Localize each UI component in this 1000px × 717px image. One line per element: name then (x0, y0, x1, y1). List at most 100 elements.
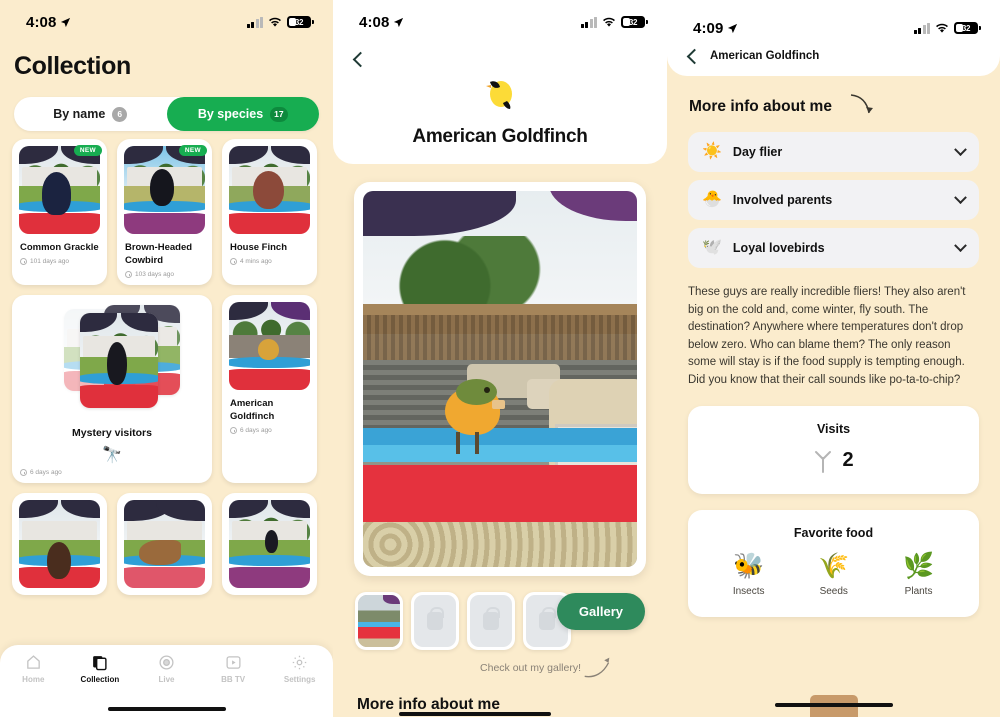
home-indicator (774, 703, 893, 707)
info-back-title: American Goldfinch (710, 50, 820, 62)
status-bar-right: 4:09 32 (667, 6, 1000, 50)
accordion-label: Day flier (732, 145, 783, 159)
battery-icon: 32 (621, 16, 648, 28)
locked-photo-icon (483, 607, 500, 630)
tab-live[interactable]: Live (133, 654, 200, 684)
detail-header: 4:08 32 American Goldfinch (333, 0, 667, 164)
collection-card-mystery-visitors[interactable]: Mystery visitors 🔭 6 days ago (12, 295, 212, 483)
battery-level: 32 (294, 17, 304, 27)
accordion-involved-parents[interactable]: 🐣 Involved parents (688, 180, 979, 220)
gallery-thumb-3[interactable] (467, 592, 515, 650)
gallery-thumb-1[interactable] (355, 592, 403, 650)
accordion-loyal-lovebirds[interactable]: 🕊️ Loyal lovebirds (688, 228, 979, 268)
card-timestamp: 103 days ago (117, 267, 212, 285)
binoculars-icon: 🔭 (102, 447, 122, 464)
card-thumbnail (229, 302, 310, 390)
gallery-thumb-2[interactable] (411, 592, 459, 650)
status-indicators: 32 (913, 22, 981, 34)
gallery-hint: Check out my gallery! (333, 650, 667, 678)
accordion-label: Involved parents (732, 193, 833, 207)
filter-by-species[interactable]: By species 17 (166, 97, 319, 131)
card-thumbnail-stack (12, 303, 212, 421)
gallery-hint-text: Check out my gallery! (480, 662, 581, 674)
collection-card-common-grackle[interactable]: NEW Common Grackle 101 days ago (12, 139, 107, 285)
home-indicator (107, 707, 226, 711)
status-time-text: 4:08 (26, 13, 57, 31)
info-heading: More info about me (667, 76, 1000, 116)
tab-bb-tv-label: BB TV (221, 675, 246, 684)
chevron-left-icon (352, 51, 369, 68)
locked-photo-icon (427, 607, 444, 630)
tab-settings[interactable]: Settings (266, 654, 333, 684)
new-badge: NEW (178, 145, 207, 156)
visits-row: 2 (688, 448, 979, 474)
card-thumbnail (229, 146, 310, 234)
card-time-text: 4 mins ago (240, 258, 272, 265)
status-time: 4:08 (26, 14, 71, 31)
info-header: 4:09 32 American Goldfinch (667, 0, 1000, 76)
tab-bb-tv[interactable]: BB TV (200, 654, 267, 684)
favorite-food-title: Favorite food (793, 525, 874, 540)
clock-icon (230, 427, 237, 434)
collection-filter-toggle: By name 6 By species 17 (14, 97, 319, 131)
gear-icon (292, 655, 307, 670)
visits-count: 2 (842, 449, 854, 472)
heading-underline (399, 712, 551, 716)
location-arrow-icon (728, 23, 738, 33)
clock-icon (125, 271, 132, 278)
detail-back-button[interactable] (333, 44, 667, 70)
battery-level: 32 (628, 17, 638, 27)
collection-grid: NEW Common Grackle 101 days ago NEW Brow… (0, 131, 333, 595)
gallery-button[interactable]: Gallery (556, 593, 645, 630)
card-title: Mystery visitors (72, 427, 152, 439)
tab-home[interactable]: Home (0, 654, 67, 684)
collection-card-partial-3[interactable] (222, 493, 317, 595)
collection-card-american-goldfinch[interactable]: American Goldfinch 6 days ago (222, 295, 317, 483)
info-heading-text: More info about me (689, 98, 832, 115)
collection-card-brown-headed-cowbird[interactable]: NEW Brown-Headed Cowbird 103 days ago (117, 139, 212, 285)
wifi-icon (269, 17, 281, 27)
collection-screen: 4:08 32 Collection By name 6 By species … (0, 0, 333, 717)
bird-avatar-icon (333, 72, 667, 122)
filter-by-name[interactable]: By name 6 (14, 97, 167, 131)
collection-card-house-finch[interactable]: House Finch 4 mins ago (222, 139, 317, 285)
gallery-thumbnail-strip: Gallery (333, 576, 667, 650)
tab-collection[interactable]: Collection (67, 654, 134, 684)
chevron-down-icon[interactable] (954, 142, 967, 156)
play-box-icon (226, 656, 241, 669)
locked-photo-icon (539, 607, 556, 630)
cellular-bars-icon (913, 22, 930, 34)
cards-icon (93, 656, 107, 671)
visits-title: Visits (816, 421, 851, 436)
collection-card-partial-2[interactable] (117, 493, 212, 595)
status-bar-left: 4:08 32 (0, 0, 333, 44)
food-item-seeds: 🌾 Seeds (818, 553, 849, 597)
card-timestamp: 6 days ago (222, 423, 317, 441)
hatching-chick-icon: 🐣 (702, 191, 722, 208)
collection-card-partial-1[interactable] (12, 493, 107, 595)
battery-level: 32 (961, 23, 971, 33)
food-item-insects: 🐝 Insects (733, 553, 765, 597)
accordion-day-flier[interactable]: ☀️ Day flier (688, 132, 979, 172)
bird-foot-icon (815, 450, 832, 473)
new-badge: NEW (73, 145, 102, 156)
card-timestamp: 4 mins ago (222, 254, 317, 272)
card-time-text: 6 days ago (240, 427, 272, 434)
live-camera-icon (159, 655, 174, 670)
filter-by-name-label: By name (53, 107, 106, 121)
card-title: American Goldfinch (230, 398, 275, 422)
favorite-food-list: 🐝 Insects 🌾 Seeds 🌿 Plants (688, 553, 979, 597)
sun-icon: ☀️ (702, 143, 722, 160)
card-thumbnail (124, 500, 205, 588)
chevron-down-icon[interactable] (954, 190, 967, 204)
chevron-down-icon[interactable] (954, 238, 967, 252)
card-thumbnail (229, 500, 310, 588)
collection-row: NEW Common Grackle 101 days ago NEW Brow… (12, 139, 321, 285)
bird-detail-screen: 4:08 32 American Goldfinch Gallery Check… (333, 0, 667, 717)
status-time: 4:09 (693, 20, 738, 37)
card-title: Brown-Headed Cowbird (125, 242, 193, 266)
bird-photo (363, 191, 637, 567)
info-back-button[interactable]: American Goldfinch (667, 48, 1000, 64)
card-time-text: 101 days ago (30, 258, 70, 265)
bird-photo-card[interactable] (354, 182, 646, 576)
